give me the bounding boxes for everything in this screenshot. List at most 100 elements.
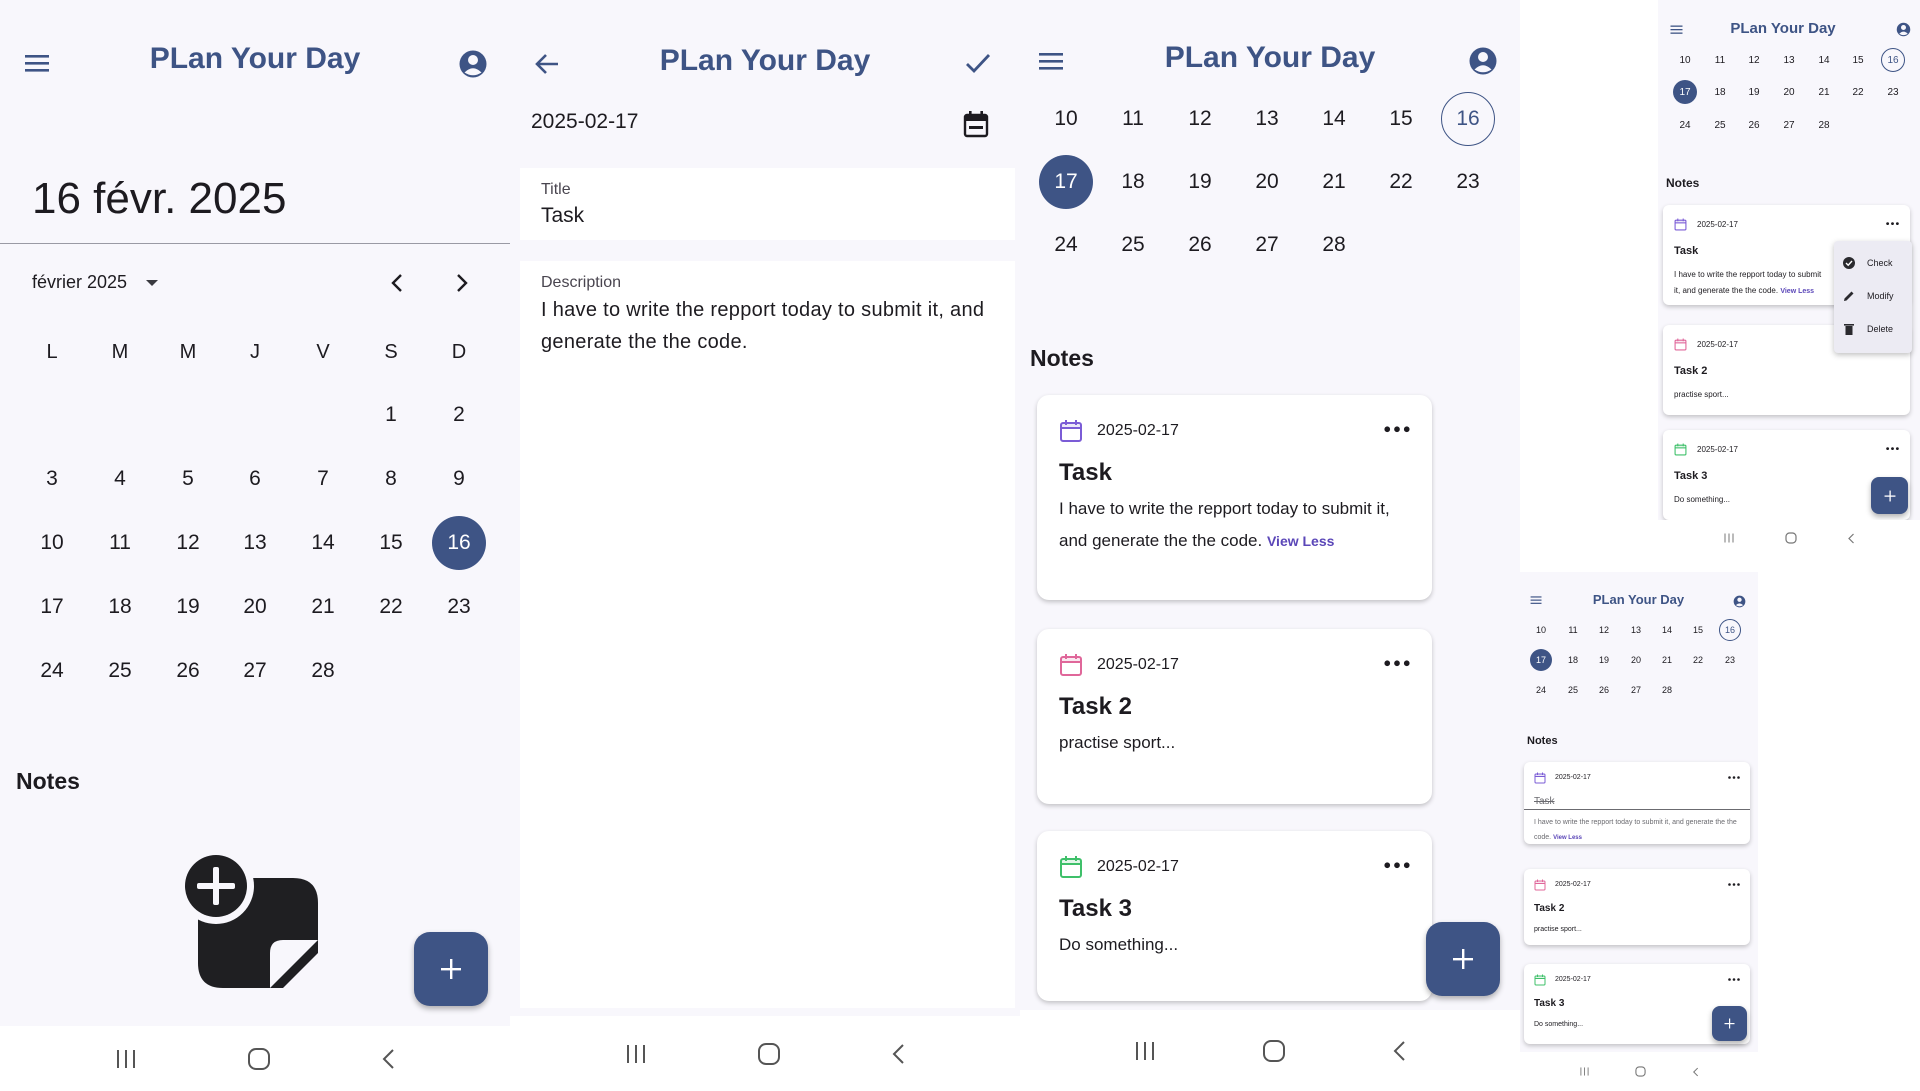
calendar-day[interactable]: 9 — [432, 452, 486, 506]
calendar-day[interactable]: 25 — [1106, 218, 1160, 272]
more-options-icon[interactable] — [1886, 447, 1899, 451]
menu-icon[interactable] — [1530, 595, 1543, 605]
calendar-day[interactable]: 28 — [1307, 218, 1361, 272]
calendar-day[interactable]: 14 — [1812, 48, 1836, 72]
calendar-day[interactable]: 24 — [1039, 218, 1093, 272]
calendar-day[interactable]: 23 — [432, 580, 486, 634]
selected-day[interactable]: 17 — [1039, 155, 1093, 209]
next-month-icon[interactable] — [455, 273, 469, 293]
calendar-day[interactable]: 26 — [1742, 113, 1766, 137]
view-less-link[interactable]: View Less — [1780, 288, 1814, 295]
today-day[interactable]: 16 — [1719, 619, 1741, 641]
home-icon[interactable] — [1262, 1039, 1286, 1063]
calendar-day[interactable]: 11 — [1106, 92, 1160, 146]
calendar-day[interactable]: 27 — [1625, 679, 1647, 701]
calendar-day[interactable]: 19 — [1742, 80, 1766, 104]
calendar-day[interactable]: 12 — [1173, 92, 1227, 146]
calendar-day[interactable]: 25 — [1562, 679, 1584, 701]
calendar-day[interactable]: 21 — [1307, 155, 1361, 209]
home-icon[interactable] — [247, 1047, 271, 1071]
back-icon[interactable] — [1847, 533, 1855, 544]
menu-item-check[interactable]: Check — [1834, 253, 1912, 273]
home-icon[interactable] — [1785, 532, 1797, 544]
recent-apps-icon[interactable] — [1723, 533, 1735, 543]
add-note-button[interactable] — [414, 932, 488, 1006]
calendar-day[interactable]: 21 — [1656, 649, 1678, 671]
account-icon[interactable] — [1733, 595, 1746, 608]
calendar-day[interactable]: 24 — [1673, 113, 1697, 137]
calendar-day[interactable]: 22 — [1687, 649, 1709, 671]
today-day[interactable]: 16 — [1881, 48, 1905, 72]
add-note-button[interactable] — [1871, 477, 1908, 514]
menu-icon[interactable] — [1670, 24, 1684, 35]
selected-day[interactable]: 17 — [1530, 649, 1552, 671]
calendar-day[interactable]: 24 — [25, 644, 79, 698]
more-options-icon[interactable] — [1728, 883, 1740, 886]
calendar-day[interactable]: 12 — [1742, 48, 1766, 72]
calendar-day[interactable]: 13 — [1625, 619, 1647, 641]
calendar-day[interactable]: 26 — [1593, 679, 1615, 701]
save-check-icon[interactable] — [965, 52, 991, 74]
calendar-day[interactable]: 14 — [296, 516, 350, 570]
view-less-link[interactable]: View Less — [1553, 835, 1582, 841]
calendar-day[interactable]: 5 — [161, 452, 215, 506]
recent-apps-icon[interactable] — [114, 1049, 138, 1069]
recent-apps-icon[interactable] — [1579, 1067, 1590, 1076]
calendar-day[interactable]: 21 — [296, 580, 350, 634]
more-options-icon[interactable] — [1886, 222, 1899, 226]
calendar-day[interactable]: 15 — [364, 516, 418, 570]
calendar-day[interactable]: 23 — [1719, 649, 1741, 671]
calendar-day[interactable]: 11 — [1708, 48, 1732, 72]
menu-item-delete[interactable]: Delete — [1834, 319, 1912, 339]
calendar-day[interactable]: 19 — [1593, 649, 1615, 671]
home-icon[interactable] — [1635, 1066, 1647, 1077]
calendar-day[interactable]: 13 — [1240, 92, 1294, 146]
calendar-day[interactable]: 8 — [364, 452, 418, 506]
more-options-icon[interactable] — [1384, 426, 1410, 433]
more-options-icon[interactable] — [1384, 660, 1410, 667]
calendar-day[interactable]: 24 — [1530, 679, 1552, 701]
back-icon[interactable] — [1391, 1040, 1407, 1062]
calendar-picker-icon[interactable] — [963, 110, 989, 138]
account-icon[interactable] — [1896, 22, 1911, 37]
more-options-icon[interactable] — [1728, 776, 1740, 779]
more-options-icon[interactable] — [1384, 862, 1410, 869]
calendar-day[interactable]: 18 — [1708, 80, 1732, 104]
menu-item-modify[interactable]: Modify — [1834, 286, 1912, 306]
calendar-day[interactable]: 26 — [161, 644, 215, 698]
title-field[interactable]: Title Task — [520, 168, 1015, 240]
calendar-day[interactable]: 15 — [1374, 92, 1428, 146]
calendar-day[interactable]: 23 — [1441, 155, 1495, 209]
calendar-day[interactable]: 23 — [1881, 80, 1905, 104]
calendar-day[interactable]: 1 — [364, 388, 418, 442]
description-field[interactable]: Description I have to write the repport … — [520, 261, 1015, 1008]
calendar-day[interactable]: 20 — [228, 580, 282, 634]
calendar-day[interactable]: 20 — [1777, 80, 1801, 104]
calendar-day[interactable]: 2 — [432, 388, 486, 442]
back-icon[interactable] — [380, 1048, 396, 1070]
calendar-day[interactable]: 7 — [296, 452, 350, 506]
calendar-day[interactable]: 18 — [93, 580, 147, 634]
selected-day[interactable]: 16 — [432, 516, 486, 570]
calendar-day[interactable]: 27 — [1240, 218, 1294, 272]
calendar-day[interactable]: 28 — [1812, 113, 1836, 137]
add-note-button[interactable] — [1426, 922, 1500, 996]
selected-day[interactable]: 17 — [1673, 80, 1697, 104]
calendar-day[interactable]: 26 — [1173, 218, 1227, 272]
today-day[interactable]: 16 — [1441, 92, 1495, 146]
calendar-day[interactable]: 10 — [1039, 92, 1093, 146]
view-less-link[interactable]: View Less — [1267, 533, 1334, 549]
add-note-button[interactable] — [1712, 1006, 1747, 1041]
calendar-day[interactable]: 18 — [1106, 155, 1160, 209]
prev-month-icon[interactable] — [390, 273, 404, 293]
calendar-day[interactable]: 27 — [1777, 113, 1801, 137]
calendar-day[interactable]: 19 — [161, 580, 215, 634]
recent-apps-icon[interactable] — [624, 1044, 648, 1064]
calendar-day[interactable]: 10 — [1673, 48, 1697, 72]
note-card[interactable]: 2025-02-17 Task 3 Do something... — [1037, 831, 1432, 1001]
calendar-day[interactable]: 11 — [1562, 619, 1584, 641]
calendar-day[interactable]: 22 — [1846, 80, 1870, 104]
calendar-day[interactable]: 20 — [1240, 155, 1294, 209]
calendar-day[interactable]: 27 — [228, 644, 282, 698]
recent-apps-icon[interactable] — [1133, 1041, 1157, 1061]
